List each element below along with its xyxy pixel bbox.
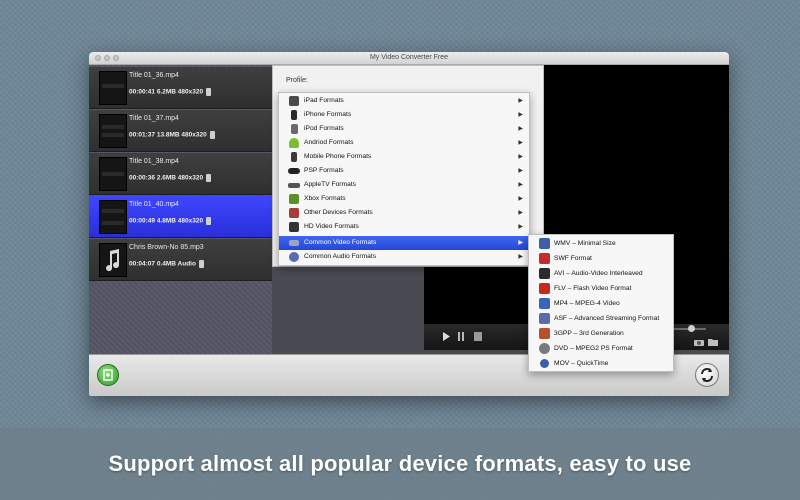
folder-icon[interactable] xyxy=(708,338,718,346)
menu-item-other-devices-formats[interactable]: Other Devices Formats ▶ xyxy=(279,206,529,220)
menu-item-hd-video-formats[interactable]: HD Video Formats ▶ xyxy=(279,220,529,234)
file-name: Title 01_36.mp4 xyxy=(129,72,179,79)
arrow-right-icon: ▶ xyxy=(518,224,523,230)
arrow-right-icon: ▶ xyxy=(518,154,523,160)
submenu-item-avi[interactable]: AVI – Audio-Video Interleaved xyxy=(529,266,673,281)
promo-banner: Support almost all popular device format… xyxy=(0,428,800,500)
promo-caption: Support almost all popular device format… xyxy=(108,451,692,476)
file-name: Chris Brown-No 85.mp3 xyxy=(129,244,204,251)
menu-item-ipad-formats[interactable]: iPad Formats ▶ xyxy=(279,94,529,108)
wmv-icon xyxy=(539,238,550,249)
submenu-item-mp4[interactable]: MP4 – MPEG-4 Video xyxy=(529,296,673,311)
file-row-selected[interactable]: Title 01_40.mp4 00:00:49 4.8MB 480x320 xyxy=(89,196,272,238)
pause-icon[interactable] xyxy=(458,332,464,341)
menu-item-iphone-formats[interactable]: iPhone Formats ▶ xyxy=(279,108,529,122)
file-meta: 00:00:41 6.2MB 480x320 xyxy=(129,88,204,96)
submenu-item-wmv[interactable]: WMV – Minimal Size xyxy=(529,236,673,251)
device-icon xyxy=(206,217,212,225)
stop-icon[interactable] xyxy=(474,332,482,341)
arrow-right-icon: ▶ xyxy=(518,112,523,118)
submenu-item-asf[interactable]: ASF – Advanced Streaming Format xyxy=(529,311,673,326)
appletv-icon xyxy=(288,183,300,188)
psp-icon xyxy=(288,168,300,174)
arrow-right-icon: ▶ xyxy=(518,196,523,202)
android-icon xyxy=(289,138,299,148)
video-format-submenu[interactable]: WMV – Minimal Size SWF Format AVI – Audi… xyxy=(528,234,674,372)
arrow-right-icon: ▶ xyxy=(518,210,523,216)
menu-item-mobile-phone-formats[interactable]: Mobile Phone Formats ▶ xyxy=(279,150,529,164)
submenu-item-3gpp[interactable]: 3GPP – 3rd Generation xyxy=(529,326,673,341)
submenu-item-mov[interactable]: MOV – QuickTime xyxy=(529,356,673,371)
arrow-right-icon: ▶ xyxy=(518,254,523,260)
file-meta: 00:01:37 13.8MB 480x320 xyxy=(129,131,207,139)
3gpp-icon xyxy=(539,328,550,339)
menu-item-common-audio-formats[interactable]: Common Audio Formats ▶ xyxy=(279,250,529,264)
file-name: Title 01_37.mp4 xyxy=(129,115,179,122)
format-menu[interactable]: iPad Formats ▶ iPhone Formats ▶ iPod For… xyxy=(278,92,530,266)
arrow-right-icon: ▶ xyxy=(518,98,523,104)
add-file-icon xyxy=(103,369,113,381)
ipod-icon xyxy=(291,124,298,134)
mov-icon xyxy=(540,359,549,368)
file-row[interactable]: Chris Brown-No 85.mp3 00:04:07 0.4MB Aud… xyxy=(89,239,272,281)
file-row[interactable]: Title 01_37.mp4 00:01:37 13.8MB 480x320 xyxy=(89,110,272,152)
mobile-phone-icon xyxy=(291,152,297,162)
other-devices-icon xyxy=(289,208,299,218)
device-icon xyxy=(198,260,204,268)
video-thumbnail xyxy=(99,71,127,105)
video-thumbnail xyxy=(99,114,127,148)
video-thumbnail xyxy=(99,200,127,234)
iphone-icon xyxy=(291,110,297,120)
menu-item-xbox-formats[interactable]: Xbox Formats ▶ xyxy=(279,192,529,206)
arrow-right-icon: ▶ xyxy=(518,126,523,132)
xbox-icon xyxy=(289,194,299,204)
file-name: Title 01_38.mp4 xyxy=(129,158,179,165)
submenu-item-swf[interactable]: SWF Format xyxy=(529,251,673,266)
menu-item-ipod-formats[interactable]: iPod Formats ▶ xyxy=(279,122,529,136)
common-audio-icon xyxy=(289,252,299,262)
volume-knob[interactable] xyxy=(688,325,695,332)
mp4-icon xyxy=(539,298,550,309)
profile-label: Profile: xyxy=(286,77,308,84)
file-list[interactable]: Title 01_36.mp4 00:00:41 6.2MB 480x320 T… xyxy=(89,65,272,354)
device-icon xyxy=(206,174,212,182)
camera-icon[interactable] xyxy=(694,338,704,346)
file-name: Title 01_40.mp4 xyxy=(129,201,179,208)
device-icon xyxy=(206,88,212,96)
device-icon xyxy=(209,131,215,139)
submenu-item-flv[interactable]: FLV – Flash Video Format xyxy=(529,281,673,296)
add-file-button[interactable] xyxy=(97,364,119,386)
submenu-item-dvd[interactable]: DVD – MPEG2 PS Format xyxy=(529,341,673,356)
music-note-icon xyxy=(99,243,127,277)
window-title: My Video Converter Free xyxy=(369,54,449,61)
dvd-icon xyxy=(539,343,550,354)
menu-item-appletv-formats[interactable]: AppleTV Formats ▶ xyxy=(279,178,529,192)
file-meta: 00:04:07 0.4MB Audio xyxy=(129,260,196,268)
title-bar[interactable]: My Video Converter Free xyxy=(89,52,729,65)
menu-item-psp-formats[interactable]: PSP Formats ▶ xyxy=(279,164,529,178)
hd-video-icon xyxy=(289,222,299,232)
arrow-right-icon: ▶ xyxy=(518,140,523,146)
file-row[interactable]: Title 01_38.mp4 00:00:36 2.6MB 480x320 xyxy=(89,153,272,195)
refresh-convert-icon xyxy=(701,368,713,382)
menu-item-android-formats[interactable]: Andriod Formats ▶ xyxy=(279,136,529,150)
video-thumbnail xyxy=(99,157,127,191)
arrow-right-icon: ▶ xyxy=(518,168,523,174)
common-video-icon xyxy=(289,240,299,246)
convert-button[interactable] xyxy=(695,363,719,387)
play-icon[interactable] xyxy=(442,332,450,341)
menu-item-common-video-formats[interactable]: Common Video Formats ▶ xyxy=(279,236,529,250)
asf-icon xyxy=(539,313,550,324)
ipad-icon xyxy=(289,96,299,106)
arrow-right-icon: ▶ xyxy=(518,182,523,188)
arrow-right-icon: ▶ xyxy=(518,240,523,246)
flv-icon xyxy=(539,283,550,294)
avi-icon xyxy=(539,268,550,279)
swf-icon xyxy=(539,253,550,264)
file-meta: 00:00:36 2.6MB 480x320 xyxy=(129,174,204,182)
file-row[interactable]: Title 01_36.mp4 00:00:41 6.2MB 480x320 xyxy=(89,67,272,109)
file-meta: 00:00:49 4.8MB 480x320 xyxy=(129,217,204,225)
